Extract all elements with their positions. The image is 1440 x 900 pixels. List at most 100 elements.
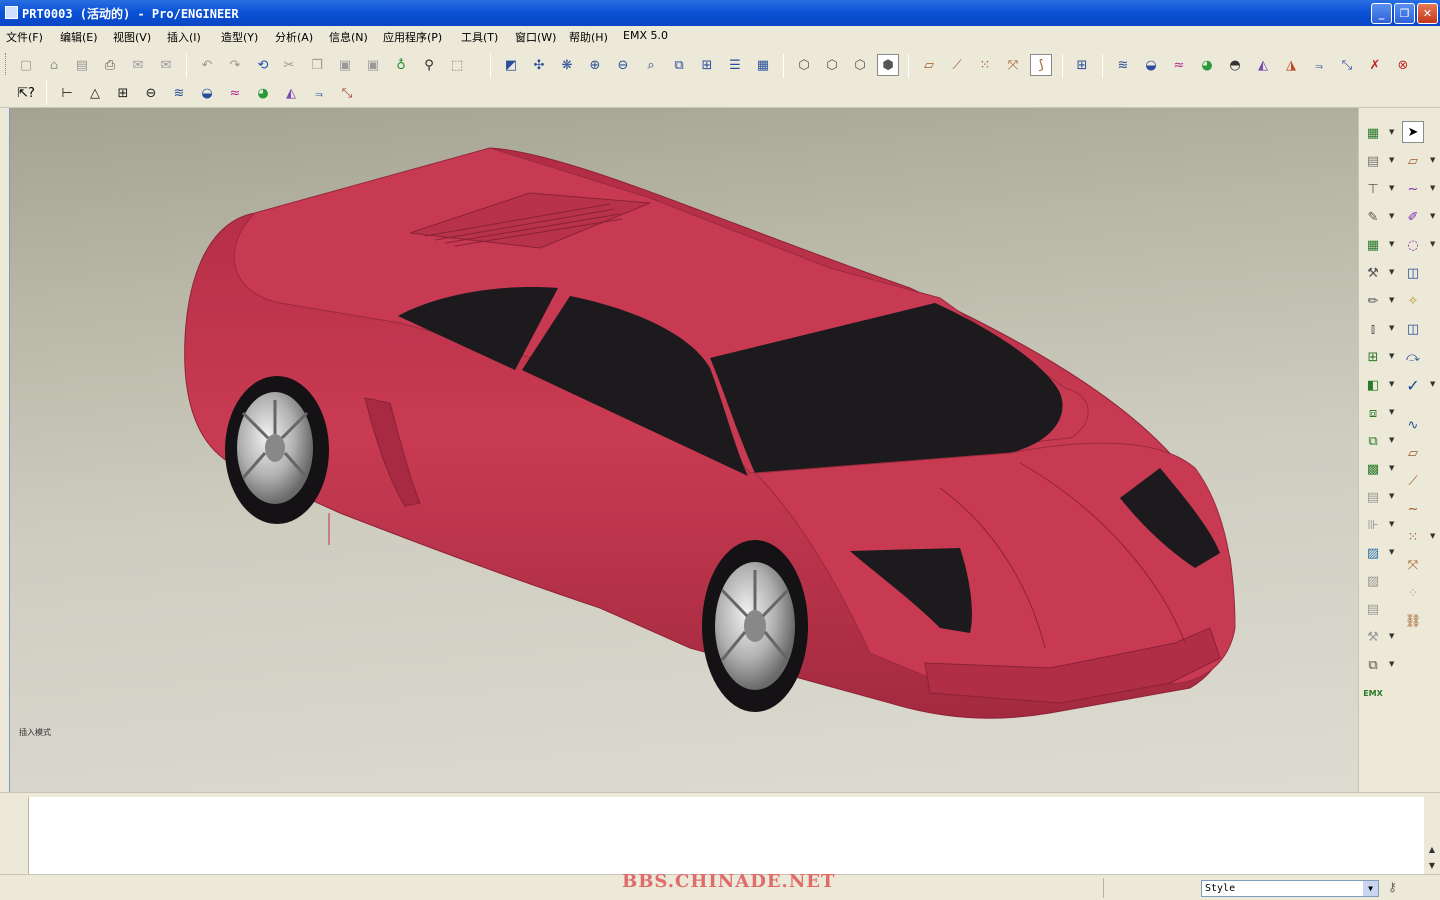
dropdown-arrow-icon[interactable]: ▼ — [1430, 240, 1436, 248]
hole-tool-icon[interactable]: ⊤ — [1362, 178, 1384, 200]
extend-tool-icon[interactable]: ▩ — [1362, 458, 1384, 480]
dropdown-arrow-icon[interactable]: ▼ — [1389, 296, 1395, 304]
slope-icon[interactable]: ◓ — [1224, 54, 1246, 76]
zoom-in-icon[interactable]: ⊕ — [584, 54, 606, 76]
dropdown-arrow-icon[interactable]: ▼ — [1389, 660, 1395, 668]
curve-network-icon[interactable]: ◫ — [1402, 318, 1424, 340]
selection-filter[interactable]: Style ▼ — [1201, 880, 1379, 897]
datum-feature-icon[interactable]: ⁘ — [1402, 582, 1424, 604]
fill-surface-icon[interactable]: ◫ — [1402, 262, 1424, 284]
view-manager-icon[interactable]: ▦ — [752, 54, 774, 76]
zoom-out-icon[interactable]: ⊖ — [612, 54, 634, 76]
dropdown-arrow-icon[interactable]: ▼ — [1389, 380, 1395, 388]
cut-icon[interactable]: ✂ — [278, 54, 300, 76]
undo-icon[interactable]: ↶ — [196, 54, 218, 76]
dropdown-arrow-icon[interactable]: ▼ — [1389, 548, 1395, 556]
regenerate-icon[interactable]: ⟲ — [252, 54, 274, 76]
datum-points-icon[interactable]: ⁙ — [974, 54, 996, 76]
dropdown-arrow-icon[interactable]: ▼ — [1430, 532, 1436, 540]
new-file-icon[interactable]: ▢ — [15, 54, 37, 76]
shell-tool-icon[interactable]: ✎ — [1362, 206, 1384, 228]
grid-snap-icon[interactable]: ⊞ — [1071, 54, 1093, 76]
pattern-tool-icon[interactable]: ⊞ — [1362, 346, 1384, 368]
toolbar-grip[interactable] — [5, 53, 8, 75]
menu-window[interactable]: 窗口(W) — [515, 29, 556, 45]
connect-surface-icon[interactable]: ⤼ — [1402, 346, 1424, 368]
blend-tool-icon[interactable]: ⧉ — [1362, 654, 1384, 676]
surface-tool-icon[interactable]: ◌ — [1402, 234, 1424, 256]
select-arrow-icon[interactable]: ➤ — [1402, 121, 1424, 143]
trim-tool-icon[interactable]: ⧉ — [1362, 430, 1384, 452]
plane-icon[interactable]: ∿ — [1402, 414, 1424, 436]
scroll-up-icon[interactable]: ▲ — [1425, 843, 1439, 857]
curvature-analysis-icon[interactable]: ≋ — [168, 82, 190, 104]
menu-file[interactable]: 文件(F) — [6, 29, 43, 45]
dropdown-arrow-icon[interactable]: ▼ — [1389, 240, 1395, 248]
dropdown-arrow-icon[interactable]: ▼ — [1389, 408, 1395, 416]
thicken-tool-icon[interactable]: ⊪ — [1362, 514, 1384, 536]
dropdown-arrow-icon[interactable]: ▼ — [1389, 268, 1395, 276]
dihedral-icon[interactable]: ⫬ — [1308, 54, 1330, 76]
dropdown-arrow-icon[interactable]: ▼ — [1389, 632, 1395, 640]
tangent-icon[interactable]: ⤡ — [1336, 54, 1358, 76]
solidify-tool-icon[interactable]: ▨ — [1362, 542, 1384, 564]
surface-analysis-icon[interactable]: ◒ — [196, 82, 218, 104]
app-icon[interactable] — [5, 6, 18, 19]
angle-icon[interactable]: △ — [84, 82, 106, 104]
dropdown-arrow-icon[interactable]: ▼ — [1389, 128, 1395, 136]
copy-icon[interactable]: ❐ — [306, 54, 328, 76]
regen-manager-icon[interactable]: ♁ — [390, 54, 412, 76]
redo-icon[interactable]: ↷ — [224, 54, 246, 76]
graphics-window[interactable]: 插入模式 — [10, 108, 1358, 792]
section-icon[interactable]: ◭ — [280, 82, 302, 104]
reorient-icon[interactable]: ⧉ — [668, 54, 690, 76]
rib-tool-icon[interactable]: ▦ — [1362, 234, 1384, 256]
datum-axes-icon[interactable]: ⟋ — [946, 54, 968, 76]
hidden-line-icon[interactable]: ⬡ — [821, 54, 843, 76]
repaint-icon[interactable]: ◩ — [500, 54, 522, 76]
send-mail-alt-icon[interactable]: ✉ — [155, 54, 177, 76]
offset-icon[interactable]: ◭ — [1252, 54, 1274, 76]
curve-analysis-icon[interactable]: ≈ — [224, 82, 246, 104]
menu-style[interactable]: 造型(Y) — [221, 29, 258, 45]
menu-emx[interactable]: EMX 5.0 — [623, 29, 668, 42]
dropdown-arrow-icon[interactable]: ▼ — [1389, 352, 1395, 360]
draft-tool-icon[interactable]: ⚒ — [1362, 262, 1384, 284]
area-icon[interactable]: ⊞ — [112, 82, 134, 104]
orient-mode-icon[interactable]: ❋ — [556, 54, 578, 76]
paste-icon[interactable]: ▣ — [334, 54, 356, 76]
refit-icon[interactable]: ⌕ — [640, 54, 662, 76]
close-button[interactable]: ✕ — [1417, 3, 1438, 24]
dropdown-arrow-icon[interactable]: ▼ — [1389, 156, 1395, 164]
curve-tool-icon[interactable]: ∼ — [1402, 178, 1424, 200]
selection-box-icon[interactable]: ⬚ — [446, 54, 468, 76]
variable-section-icon[interactable]: ⚒ — [1362, 626, 1384, 648]
dropdown-arrow-icon[interactable]: ▼ — [1389, 212, 1395, 220]
chamfer-tool-icon[interactable]: ⫾ — [1362, 318, 1384, 340]
offset-tool-icon[interactable]: ▤ — [1362, 486, 1384, 508]
diameter-icon[interactable]: ⊖ — [140, 82, 162, 104]
round-tool-icon[interactable]: ✏ — [1362, 290, 1384, 312]
wireframe-icon[interactable]: ⬡ — [793, 54, 815, 76]
csys-point-icon[interactable]: ⁙ — [1402, 526, 1424, 548]
dropdown-arrow-icon[interactable]: ▼ — [1389, 184, 1395, 192]
gauss-icon[interactable]: ◕ — [252, 82, 274, 104]
mirror-tool-icon[interactable]: ◧ — [1362, 374, 1384, 396]
print-icon[interactable]: ⎙ — [99, 54, 121, 76]
point-icon[interactable]: ▱ — [1402, 442, 1424, 464]
boundary-blend-icon[interactable]: ✧ — [1402, 290, 1424, 312]
merge-tool-icon[interactable]: ⧈ — [1362, 402, 1384, 424]
context-help-icon[interactable]: ⇱? — [15, 82, 37, 104]
clear-analysis-icon[interactable]: ⤡ — [336, 82, 358, 104]
chevron-down-icon[interactable]: ▼ — [1363, 881, 1378, 896]
emx-icon[interactable]: EMX — [1362, 682, 1384, 704]
dropdown-arrow-icon[interactable]: ▼ — [1389, 324, 1395, 332]
free-curve-icon[interactable]: ✐ — [1402, 206, 1424, 228]
scroll-down-icon[interactable]: ▼ — [1425, 859, 1439, 873]
maximize-button[interactable]: ❐ — [1394, 3, 1415, 24]
menu-info[interactable]: 信息(N) — [329, 29, 368, 45]
sketch-plane-icon[interactable]: ▱ — [1402, 150, 1424, 172]
shading-icon[interactable]: ⬢ — [877, 54, 899, 76]
menu-help[interactable]: 帮助(H) — [569, 29, 608, 45]
menu-tools[interactable]: 工具(T) — [461, 29, 498, 45]
